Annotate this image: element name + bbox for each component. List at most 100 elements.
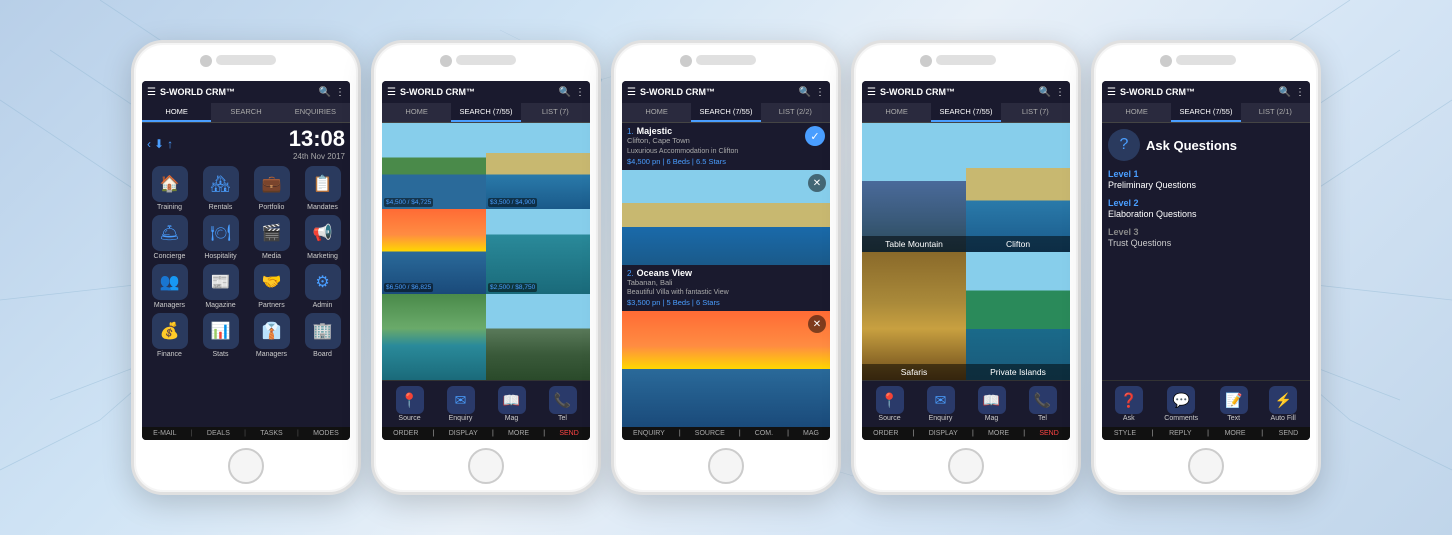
icon-partners[interactable]: 🤝 Partners [248, 264, 295, 309]
search-icon-2[interactable]: 🔍 [559, 87, 571, 98]
grid-cell-4[interactable]: $2,500 / $8,750 [486, 209, 590, 295]
reply-link-5[interactable]: REPLY [1169, 430, 1191, 437]
tasks-link[interactable]: TASKS [260, 430, 282, 437]
more-link-5[interactable]: MORE [1225, 430, 1246, 437]
autofill-action[interactable]: ⚡ Auto Fill [1269, 386, 1297, 422]
hamburger-icon-5[interactable]: ☰ [1107, 87, 1116, 98]
grid-cell-6[interactable] [486, 294, 590, 380]
icon-rentals[interactable]: 🏘 Rentals [197, 166, 244, 211]
nav-home-1[interactable]: HOME [142, 103, 211, 122]
icon-finance[interactable]: 💰 Finance [146, 313, 193, 358]
grid-cell-1[interactable]: $4,500 / $4,725 [382, 123, 486, 209]
nav-search-3[interactable]: SEARCH (7/55) [691, 103, 760, 122]
search-icon-3[interactable]: 🔍 [799, 87, 811, 98]
com-link-3[interactable]: COM. [755, 430, 773, 437]
search-icon-4[interactable]: 🔍 [1039, 87, 1051, 98]
more-icon-4[interactable]: ⋮ [1055, 87, 1065, 98]
icon-magazine[interactable]: 📰 Magazine [197, 264, 244, 309]
date-display: 24th Nov 2017 [173, 152, 345, 161]
display-link-4[interactable]: DISPLAY [929, 430, 958, 437]
download-icon[interactable]: ⬇ [154, 137, 164, 151]
tel-action-4[interactable]: 📞 Tel [1029, 386, 1057, 422]
cat-private-islands[interactable]: Private Islands [966, 252, 1070, 381]
icon-hospitality[interactable]: 🍽 Hospitality [197, 215, 244, 260]
close-icon-2[interactable]: ✕ [808, 315, 826, 333]
phone-1-home-btn[interactable] [228, 448, 264, 484]
nav-search-1[interactable]: SEARCH [211, 103, 280, 122]
nav-list-2[interactable]: LIST (7) [521, 103, 590, 122]
nav-home-3[interactable]: HOME [622, 103, 691, 122]
deals-link[interactable]: DEALS [207, 430, 230, 437]
nav-search-2[interactable]: SEARCH (7/55) [451, 103, 520, 122]
cat-table-mountain[interactable]: Table Mountain [862, 123, 966, 252]
icon-media[interactable]: 🎬 Media [248, 215, 295, 260]
nav-list-4[interactable]: LIST (7) [1001, 103, 1070, 122]
nav-home-4[interactable]: HOME [862, 103, 931, 122]
search-icon-5[interactable]: 🔍 [1279, 87, 1291, 98]
nav-list-5[interactable]: LIST (2/1) [1241, 103, 1310, 122]
icon-marketing[interactable]: 📢 Marketing [299, 215, 346, 260]
source-action-4[interactable]: 📍 Source [876, 386, 904, 422]
send-link-2[interactable]: SEND [559, 430, 578, 437]
hamburger-icon[interactable]: ☰ [147, 87, 156, 98]
mag-action[interactable]: 📖 Mag [498, 386, 526, 422]
icon-stats[interactable]: 📊 Stats [197, 313, 244, 358]
order-link-4[interactable]: ORDER [873, 430, 898, 437]
icon-managers[interactable]: 👥 Managers [146, 264, 193, 309]
email-link[interactable]: E-MAIL [153, 430, 176, 437]
mag-link-3[interactable]: MAG [803, 430, 819, 437]
mag-action-4[interactable]: 📖 Mag [978, 386, 1006, 422]
grid-cell-2[interactable]: $3,500 / $4,900 [486, 123, 590, 209]
listing-1-check[interactable]: ✓ [805, 126, 825, 146]
ask-action[interactable]: ❓ Ask [1115, 386, 1143, 422]
nav-search-5[interactable]: SEARCH (7/55) [1171, 103, 1240, 122]
more-link-4[interactable]: MORE [988, 430, 1009, 437]
hamburger-icon-4[interactable]: ☰ [867, 87, 876, 98]
tel-action[interactable]: 📞 Tel [549, 386, 577, 422]
comments-action[interactable]: 💬 Comments [1164, 386, 1198, 422]
more-icon-2[interactable]: ⋮ [575, 87, 585, 98]
icon-managers2[interactable]: 👔 Managers [248, 313, 295, 358]
nav-enquiries-1[interactable]: ENQUIRIES [281, 103, 350, 122]
grid-cell-5[interactable] [382, 294, 486, 380]
send-link-5[interactable]: SEND [1279, 430, 1298, 437]
grid-cell-3[interactable]: $6,500 / $6,825 [382, 209, 486, 295]
icon-training[interactable]: 🏠 Training [146, 166, 193, 211]
send-link-4[interactable]: SEND [1039, 430, 1058, 437]
more-icon-1[interactable]: ⋮ [335, 87, 345, 98]
nav-home-2[interactable]: HOME [382, 103, 451, 122]
source-action[interactable]: 📍 Source [396, 386, 424, 422]
source-link-3[interactable]: SOURCE [695, 430, 725, 437]
cat-clifton[interactable]: Clifton [966, 123, 1070, 252]
text-action[interactable]: 📝 Text [1220, 386, 1248, 422]
phone-3-home-btn[interactable] [708, 448, 744, 484]
hamburger-icon-3[interactable]: ☰ [627, 87, 636, 98]
style-link-5[interactable]: STYLE [1114, 430, 1136, 437]
phone-4-home-btn[interactable] [948, 448, 984, 484]
search-icon-1[interactable]: 🔍 [319, 87, 331, 98]
modes-link[interactable]: MODES [313, 430, 339, 437]
enquiry-action-4[interactable]: ✉ Enquiry [927, 386, 955, 422]
phone-5-home-btn[interactable] [1188, 448, 1224, 484]
more-link-2[interactable]: MORE [508, 430, 529, 437]
nav-list-3[interactable]: LIST (2/2) [761, 103, 830, 122]
enquiry-link-3[interactable]: ENQUIRY [633, 430, 665, 437]
nav-search-4[interactable]: SEARCH (7/55) [931, 103, 1000, 122]
more-icon-3[interactable]: ⋮ [815, 87, 825, 98]
phone-2-home-btn[interactable] [468, 448, 504, 484]
icon-admin[interactable]: ⚙ Admin [299, 264, 346, 309]
enquiry-action[interactable]: ✉ Enquiry [447, 386, 475, 422]
more-icon-5[interactable]: ⋮ [1295, 87, 1305, 98]
order-link-2[interactable]: ORDER [393, 430, 418, 437]
cat-label-1: Table Mountain [862, 236, 966, 252]
hamburger-icon-2[interactable]: ☰ [387, 87, 396, 98]
icon-mandates[interactable]: 📋 Mandates [299, 166, 346, 211]
icon-board[interactable]: 🏢 Board [299, 313, 346, 358]
back-arrow[interactable]: ‹ [147, 137, 151, 151]
close-icon-1[interactable]: ✕ [808, 174, 826, 192]
display-link-2[interactable]: DISPLAY [449, 430, 478, 437]
icon-portfolio[interactable]: 💼 Portfolio [248, 166, 295, 211]
icon-concierge[interactable]: 🛎 Concierge [146, 215, 193, 260]
nav-home-5[interactable]: HOME [1102, 103, 1171, 122]
cat-safaris[interactable]: Safaris [862, 252, 966, 381]
